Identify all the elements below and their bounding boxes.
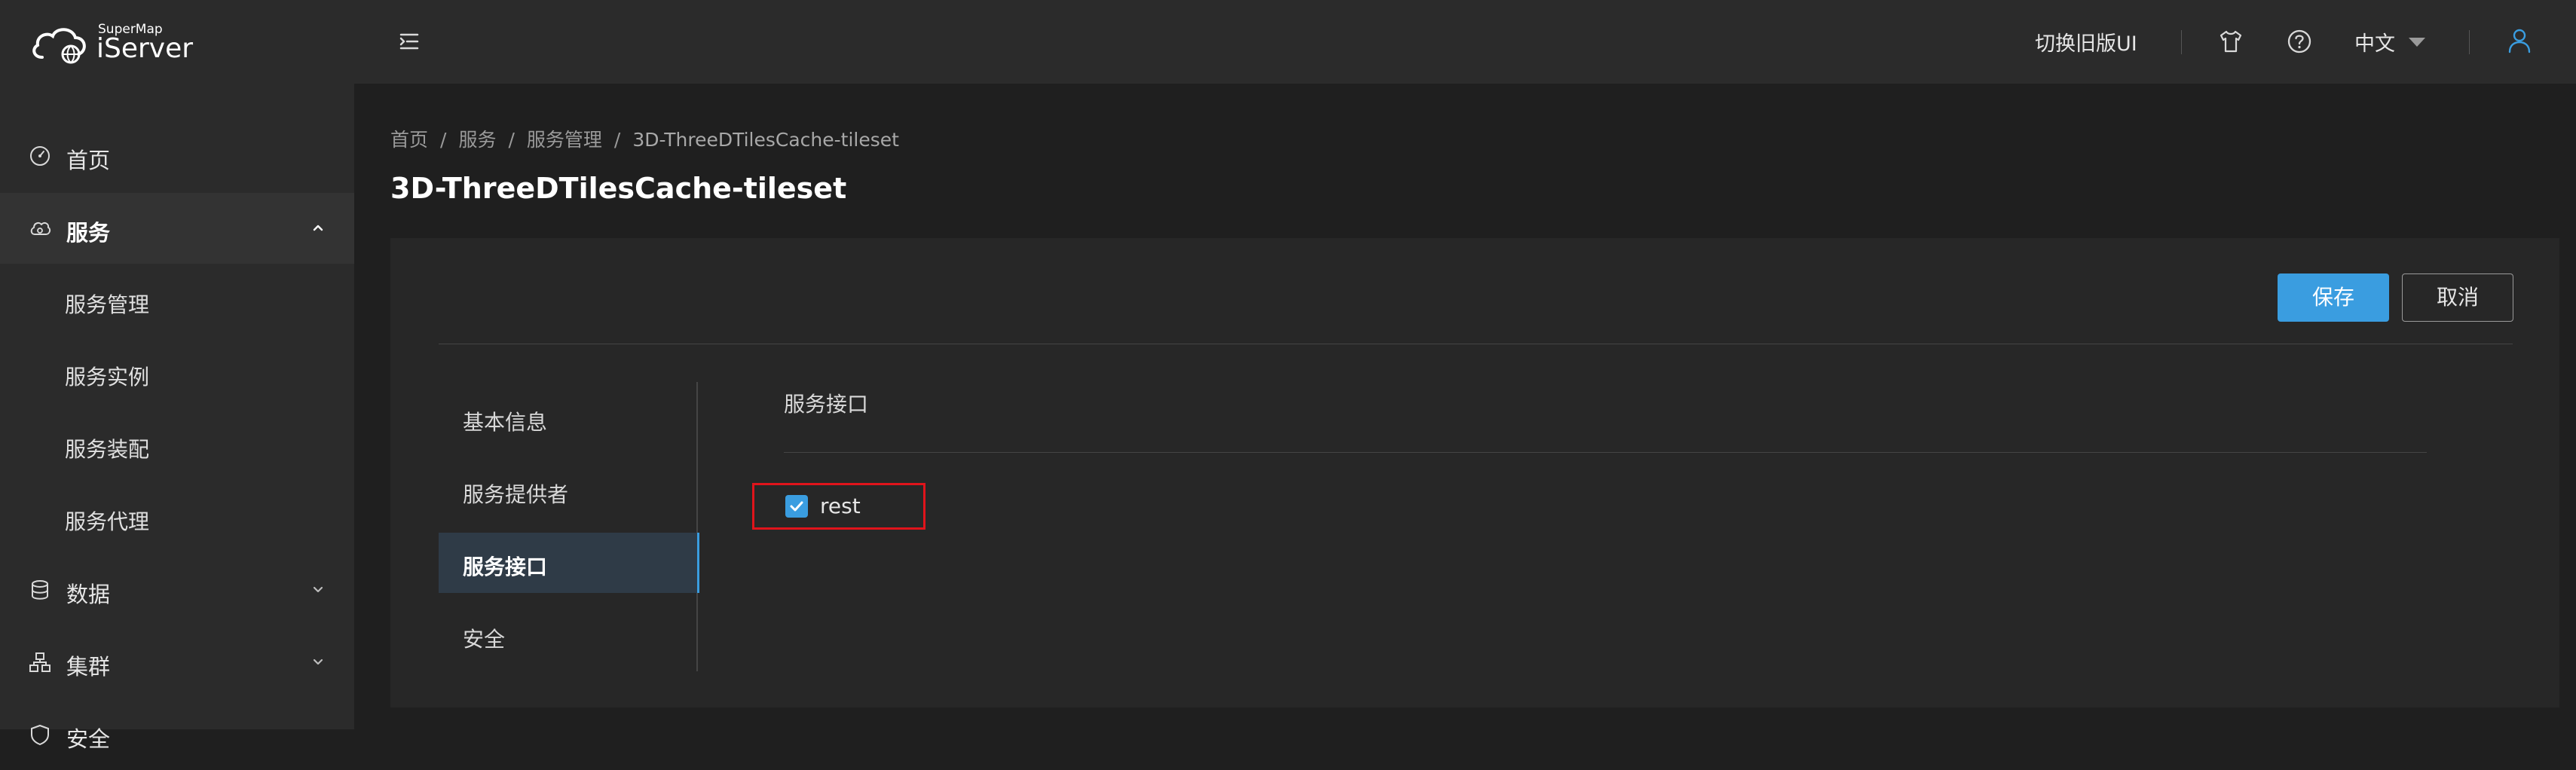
rest-checkbox[interactable] — [785, 495, 808, 518]
breadcrumb-home[interactable]: 首页 — [390, 129, 428, 151]
header-divider — [2469, 30, 2470, 54]
sidebar-subitem-service-instance[interactable]: 服务实例 — [0, 338, 354, 408]
save-button[interactable]: 保存 — [2278, 273, 2389, 322]
shield-icon — [31, 724, 49, 746]
cluster-icon — [29, 652, 50, 672]
sidebar-item-home[interactable]: 首页 — [0, 121, 354, 191]
dashboard-icon — [30, 146, 50, 166]
tab-security[interactable]: 安全 — [439, 605, 698, 665]
cancel-button[interactable]: 取消 — [2402, 273, 2513, 322]
caret-down-icon[interactable] — [2409, 38, 2425, 47]
sidebar-subitem-label: 服务装配 — [65, 437, 150, 462]
tab-label: 基本信息 — [463, 410, 548, 435]
language-selector[interactable]: 中文 — [2354, 27, 2395, 57]
sidebar-subitem-label: 服务管理 — [65, 292, 150, 317]
sidebar-item-security[interactable]: 安全 — [0, 699, 354, 770]
tab-basic-info[interactable]: 基本信息 — [439, 388, 698, 448]
tab-service-interface[interactable]: 服务接口 — [439, 533, 699, 593]
database-icon — [32, 580, 48, 600]
logo[interactable]: SuperMap iServer — [0, 0, 354, 84]
content-panel — [390, 238, 2559, 707]
checkmark-icon — [790, 501, 803, 512]
sidebar-item-label: 集群 — [66, 654, 111, 680]
tab-label: 服务接口 — [463, 555, 548, 579]
sidebar-item-service[interactable]: 服务 — [0, 193, 354, 264]
sidebar-subitem-label: 服务实例 — [65, 365, 150, 390]
user-icon[interactable] — [2507, 27, 2532, 54]
sidebar-item-data[interactable]: 数据 — [0, 555, 354, 625]
supermap-cloud-icon — [32, 28, 86, 64]
breadcrumb-service-management[interactable]: 服务管理 — [527, 129, 602, 151]
page-title: 3D-ThreeDTilesCache-tileset — [390, 172, 847, 205]
sidebar-item-cluster[interactable]: 集群 — [0, 627, 354, 698]
breadcrumb-separator: / — [440, 129, 447, 151]
help-icon[interactable] — [2286, 28, 2313, 55]
tab-label: 服务提供者 — [463, 482, 569, 507]
breadcrumb-current: 3D-ThreeDTilesCache-tileset — [632, 129, 899, 151]
sidebar-subitem-service-proxy[interactable]: 服务代理 — [0, 482, 354, 553]
switch-old-ui-link[interactable]: 切换旧版UI — [2035, 27, 2137, 57]
tab-service-provider[interactable]: 服务提供者 — [439, 460, 698, 521]
breadcrumb: 首页 / 服务 / 服务管理 / 3D-ThreeDTilesCache-tileset — [390, 125, 899, 152]
breadcrumb-separator: / — [508, 129, 515, 151]
sidebar-subitem-label: 服务代理 — [65, 509, 150, 534]
chevron-down-icon — [313, 658, 323, 665]
sidebar-item-label: 安全 — [66, 726, 111, 752]
chevron-up-icon — [313, 225, 323, 231]
sidebar-item-label: 首页 — [66, 148, 111, 173]
brand-name: iServer — [96, 33, 194, 64]
sidebar-subitem-service-management[interactable]: 服务管理 — [0, 265, 354, 336]
header-divider — [2181, 30, 2182, 54]
sidebar-subitem-service-assembly[interactable]: 服务装配 — [0, 410, 354, 481]
tab-label: 安全 — [463, 627, 506, 652]
sidebar-item-label: 数据 — [66, 582, 111, 607]
menu-toggle-icon[interactable] — [396, 29, 422, 54]
breadcrumb-separator: / — [613, 129, 621, 151]
service-cloud-icon — [30, 222, 51, 235]
section-title: 服务接口 — [784, 392, 869, 417]
tshirt-icon[interactable] — [2218, 29, 2244, 54]
top-bar — [0, 0, 2576, 84]
breadcrumb-service[interactable]: 服务 — [458, 129, 496, 151]
rest-checkbox-label[interactable]: rest — [820, 493, 861, 518]
section-divider — [784, 452, 2427, 453]
sidebar-item-label: 服务 — [66, 220, 111, 246]
active-tab-indicator — [697, 533, 699, 593]
chevron-down-icon — [313, 586, 323, 593]
